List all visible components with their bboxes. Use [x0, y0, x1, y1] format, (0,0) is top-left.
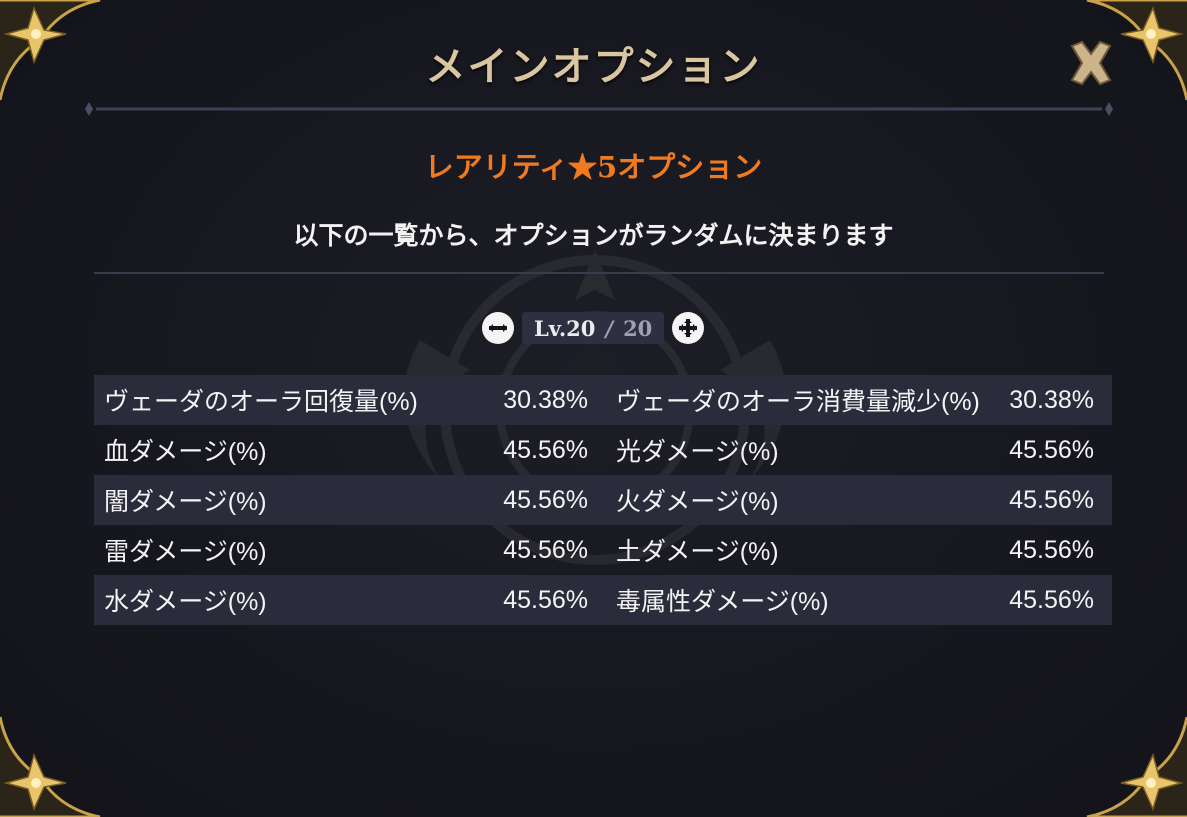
level-display: Lv.20 / 20 [522, 312, 665, 344]
option-label: 火ダメージ(%) [616, 488, 779, 516]
table-row: ヴェーダのオーラ回復量(%) 30.38% ヴェーダのオーラ消費量減少(%) 3… [94, 375, 1112, 425]
option-value: 30.38% [503, 385, 588, 414]
level-increase-button[interactable] [672, 312, 705, 344]
option-value: 45.56% [503, 485, 588, 514]
table-row: 雷ダメージ(%) 45.56% 土ダメージ(%) 45.56% [94, 525, 1112, 575]
table-row: 血ダメージ(%) 45.56% 光ダメージ(%) 45.56% [94, 425, 1112, 475]
option-label: 血ダメージ(%) [104, 438, 267, 466]
option-value: 45.56% [503, 585, 588, 614]
option-value: 45.56% [1009, 535, 1094, 564]
level-decrease-button[interactable] [482, 312, 514, 344]
option-label: 雷ダメージ(%) [104, 538, 267, 566]
table-row: 水ダメージ(%) 45.56% 毒属性ダメージ(%) 45.56% [94, 575, 1112, 625]
minus-icon [489, 324, 507, 332]
option-label: ヴェーダのオーラ回復量(%) [104, 388, 418, 416]
option-label: 毒属性ダメージ(%) [616, 588, 829, 616]
level-max: 20 [623, 315, 653, 341]
level-control: Lv.20 / 20 [482, 311, 705, 345]
option-value: 45.56% [1009, 435, 1094, 464]
section-divider [94, 272, 1104, 274]
main-option-dialog: メインオプション レアリティ★5オプション 以下の一覧から、オプションがランダム… [0, 0, 1187, 817]
option-value: 45.56% [503, 435, 588, 464]
title-divider [85, 102, 1113, 116]
close-button[interactable] [1064, 36, 1118, 90]
level-separator: / [605, 315, 614, 341]
table-row: 闇ダメージ(%) 45.56% 火ダメージ(%) 45.56% [94, 475, 1112, 525]
description-text: 以下の一覧から、オプションがランダムに決まります [293, 222, 894, 250]
option-label: 水ダメージ(%) [104, 588, 267, 616]
corner-ornament [0, 716, 101, 817]
close-icon [1070, 40, 1112, 86]
option-value: 30.38% [1009, 385, 1094, 414]
dialog-title: メインオプション [425, 43, 762, 90]
option-label: 土ダメージ(%) [616, 538, 779, 566]
option-value: 45.56% [1009, 585, 1094, 614]
option-value: 45.56% [1009, 485, 1094, 514]
option-value: 45.56% [503, 535, 588, 564]
option-label: 闇ダメージ(%) [104, 488, 267, 516]
options-table: ヴェーダのオーラ回復量(%) 30.38% ヴェーダのオーラ消費量減少(%) 3… [94, 375, 1112, 625]
corner-ornament [1086, 716, 1187, 817]
level-current: Lv.20 [534, 315, 596, 341]
plus-icon [679, 319, 698, 337]
option-label: ヴェーダのオーラ消費量減少(%) [616, 388, 980, 416]
rarity-subtitle: レアリティ★5オプション [424, 150, 763, 184]
option-label: 光ダメージ(%) [616, 438, 779, 466]
